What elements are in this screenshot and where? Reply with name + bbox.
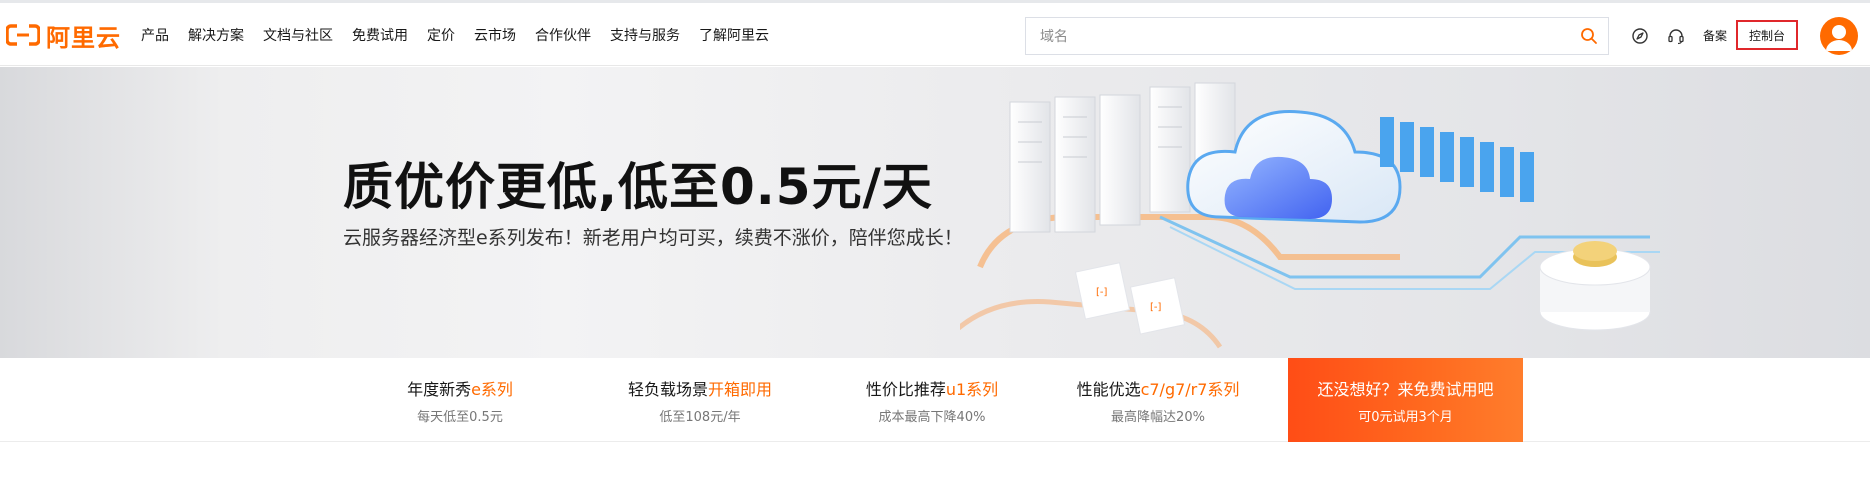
tab-c7-series-title: 性能优选c7/g7/r7系列 (1077, 376, 1240, 400)
aliyun-logo-icon (6, 24, 40, 46)
free-trial-cta-sub: 可0元试用3个月 (1358, 409, 1453, 425)
search-input[interactable] (1040, 18, 1560, 54)
tab-e-series-sub: 每天低至0.5元 (417, 409, 503, 425)
nav-item-free-trial[interactable]: 免费试用 (352, 25, 408, 45)
tab-light-load[interactable]: 轻负载场景开箱即用 低至108元/年 (610, 358, 790, 442)
aliyun-logo[interactable]: 阿里云 (6, 20, 121, 52)
tab-e-series[interactable]: 年度新秀e系列 每天低至0.5元 (370, 358, 550, 442)
banner-subtitle: 云服务器经济型e系列发布！新老用户均可买，续费不涨价，陪伴您成长！ (343, 227, 963, 249)
tab-light-load-title-prefix: 轻负载场景 (627, 379, 708, 399)
search-box (1025, 17, 1609, 55)
console-button[interactable]: 控制台 (1736, 20, 1798, 50)
data-blocks (1380, 117, 1534, 202)
top-header: 阿里云 产品 解决方案 文档与社区 免费试用 定价 云市场 合作伙伴 支持与服务… (0, 3, 1870, 66)
nav-item-solutions[interactable]: 解决方案 (188, 25, 244, 45)
nav-item-support[interactable]: 支持与服务 (610, 25, 680, 45)
tab-e-series-title-highlight: e系列 (471, 379, 513, 399)
search-icon[interactable] (1580, 27, 1598, 45)
tab-c7-series[interactable]: 性能优选c7/g7/r7系列 最高降幅达20% (1068, 358, 1248, 442)
coin-stack (1539, 241, 1651, 331)
brand-name: 阿里云 (46, 23, 121, 52)
tab-light-load-title-highlight: 开箱即用 (708, 379, 773, 399)
tab-e-series-title: 年度新秀e系列 (407, 376, 513, 400)
logo-cards: [-] [-] (1074, 262, 1186, 335)
nav-item-marketplace[interactable]: 云市场 (474, 25, 516, 45)
headset-icon[interactable] (1667, 27, 1685, 45)
banner-title: 质优价更低,低至0.5元/天 (343, 158, 933, 216)
cloud-server-illustration: [-] [-] (960, 82, 1660, 349)
compass-icon[interactable] (1631, 27, 1649, 45)
tab-u1-series-sub: 成本最高下降40% (878, 409, 986, 425)
tab-light-load-title: 轻负载场景开箱即用 (628, 376, 772, 400)
nav-item-products[interactable]: 产品 (141, 25, 169, 45)
tab-c7-series-sub: 最高降幅达20% (1111, 409, 1205, 425)
hero-banner[interactable]: 质优价更低,低至0.5元/天 云服务器经济型e系列发布！新老用户均可买，续费不涨… (0, 67, 1870, 358)
tab-u1-series-title-prefix: 性价比推荐 (865, 379, 946, 399)
tab-c7-series-title-highlight: c7/g7/r7系列 (1140, 379, 1240, 399)
tab-light-load-sub: 低至108元/年 (659, 409, 741, 425)
user-avatar-glyph (1826, 25, 1852, 51)
feature-tabs: 年度新秀e系列 每天低至0.5元 轻负载场景开箱即用 低至108元/年 性价比推… (0, 358, 1870, 442)
beian-link[interactable]: 备案 (1703, 27, 1727, 44)
main-nav: 产品 解决方案 文档与社区 免费试用 定价 云市场 合作伙伴 支持与服务 了解阿… (141, 3, 769, 66)
svg-text:[-]: [-] (1096, 287, 1108, 298)
nav-item-docs-community[interactable]: 文档与社区 (263, 25, 333, 45)
svg-text:[-]: [-] (1150, 302, 1162, 313)
nav-item-pricing[interactable]: 定价 (427, 25, 455, 45)
free-trial-cta-title: 还没想好？来免费试用吧 (1317, 379, 1494, 399)
free-trial-cta[interactable]: 还没想好？来免费试用吧 可0元试用3个月 (1288, 358, 1523, 442)
tab-e-series-title-prefix: 年度新秀 (407, 379, 472, 399)
tab-u1-series[interactable]: 性价比推荐u1系列 成本最高下降40% (842, 358, 1022, 442)
tab-u1-series-title-highlight: u1系列 (945, 379, 999, 399)
nav-item-partners[interactable]: 合作伙伴 (535, 25, 591, 45)
tab-u1-series-title: 性价比推荐u1系列 (866, 376, 998, 400)
user-avatar-icon[interactable] (1820, 17, 1858, 55)
nav-item-about[interactable]: 了解阿里云 (699, 25, 769, 45)
tab-c7-series-title-prefix: 性能优选 (1076, 379, 1141, 399)
